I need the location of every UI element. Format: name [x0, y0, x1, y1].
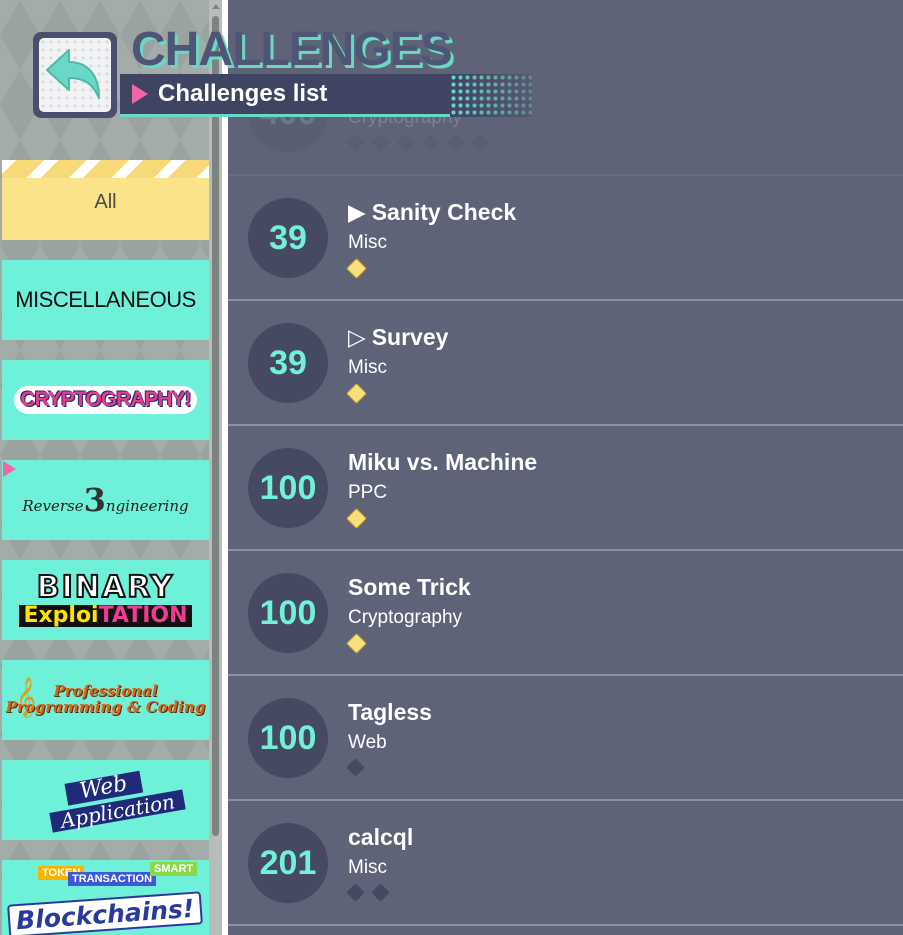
category-rev-label: Reverse3ngineering — [22, 481, 189, 519]
challenge-list: 400Cryptography39▶Sanity CheckMisc39▷Sur… — [228, 0, 903, 935]
diamond-icon — [346, 883, 365, 902]
diamond-icon — [346, 758, 365, 777]
category-misc-label: MISCELLANEOUS — [15, 287, 196, 312]
challenge-name-text: Tagless — [348, 699, 432, 725]
page-subtitle: Challenges list — [158, 80, 328, 107]
challenge-category: Cryptography — [348, 607, 463, 628]
challenge-row[interactable]: 39 ▶ Sanity Check Misc — [228, 175, 903, 301]
category-all[interactable]: All — [2, 160, 209, 240]
play-outline-icon: ▷ — [348, 324, 366, 350]
challenge-category: Misc — [348, 857, 388, 878]
challenge-score: 39 — [248, 323, 328, 403]
challenge-name: Some Trick — [348, 574, 471, 601]
smart-tag: SMART — [150, 862, 198, 876]
halftone-decoration — [450, 74, 532, 117]
scrollbar-thumb[interactable] — [212, 16, 219, 836]
challenge-row[interactable]: 100 Miku vs. Machine PPC — [228, 425, 903, 551]
challenge-score: 100 — [248, 573, 328, 653]
diamond-icon — [345, 507, 368, 530]
challenge-row[interactable]: 100 Some Trick Cryptography — [228, 550, 903, 676]
category-all-label: All — [94, 190, 117, 213]
challenge-name: Miku vs. Machine — [348, 449, 537, 476]
category-web-label: Web Application — [25, 763, 186, 836]
diamond-icon — [371, 133, 390, 152]
diamond-icon — [345, 382, 368, 405]
challenge-name-text: Some Trick — [348, 574, 471, 600]
difficulty-rating — [345, 507, 376, 530]
category-ppc[interactable]: 𝄞 Professional Programming & Coding — [2, 660, 209, 740]
challenge-row[interactable]: 201 calcql Misc — [228, 800, 903, 926]
back-button[interactable] — [33, 32, 117, 118]
difficulty-rating — [346, 758, 374, 779]
difficulty-rating — [346, 883, 399, 904]
challenge-name: ▷ Survey — [348, 324, 448, 351]
challenge-score: 39 — [248, 198, 328, 278]
diamond-icon — [345, 257, 368, 280]
diamond-icon — [471, 133, 490, 152]
difficulty-rating — [345, 632, 376, 655]
diamond-icon — [371, 883, 390, 902]
page-title: CHALLENGES — [131, 23, 453, 76]
challenge-name-text: Sanity Check — [371, 199, 517, 225]
page-header: CHALLENGES Challenges list — [0, 0, 540, 125]
diamond-icon — [346, 133, 365, 152]
challenge-name: ▶ Sanity Check — [348, 199, 516, 226]
diamond-icon — [396, 133, 415, 152]
diamond-icon — [345, 632, 368, 655]
challenge-score: 201 — [248, 823, 328, 903]
play-filled-icon: ▶ — [348, 199, 366, 225]
challenge-category: Misc — [348, 232, 388, 253]
category-reverse-engineering[interactable]: Reverse3ngineering — [2, 460, 209, 540]
difficulty-rating — [345, 382, 376, 405]
challenge-name: calcql — [348, 824, 413, 851]
challenge-row[interactable]: 100 Tagless Web — [228, 675, 903, 801]
challenge-name-text: Miku vs. Machine — [348, 449, 538, 475]
category-misc[interactable]: MISCELLANEOUS — [2, 260, 209, 340]
subtitle-bar: Challenges list — [120, 74, 450, 117]
challenge-score: 100 — [248, 448, 328, 528]
challenge-category: Misc — [348, 357, 388, 378]
challenge-row[interactable]: 39 ▷ Survey Misc — [228, 300, 903, 426]
challenge-name: Tagless — [348, 699, 432, 726]
category-sidebar: All MISCELLANEOUS CRYPTOGRAPHY! Reverse3… — [0, 0, 222, 935]
challenge-name-text: Survey — [371, 324, 449, 350]
transaction-tag: TRANSACTION — [68, 872, 157, 886]
difficulty-rating — [346, 133, 499, 154]
challenge-name-text: calcql — [348, 824, 414, 850]
pink-triangle-icon — [132, 84, 148, 104]
selected-pointer-icon — [3, 461, 16, 477]
back-arrow-icon — [46, 49, 100, 99]
category-crypto[interactable]: CRYPTOGRAPHY! — [2, 360, 209, 440]
challenge-category: PPC — [348, 482, 388, 503]
category-blockchain-label: Blockchains! — [7, 890, 204, 935]
challenge-score: 100 — [248, 698, 328, 778]
diamond-icon — [446, 133, 465, 152]
difficulty-rating — [345, 257, 376, 280]
challenge-category: Web — [348, 732, 387, 753]
sidebar-scrollbar[interactable] — [209, 0, 222, 935]
category-binary-exploitation[interactable]: BINARY ExploiTATION — [2, 560, 209, 640]
category-crypto-label: CRYPTOGRAPHY! — [14, 386, 197, 414]
category-web[interactable]: Web Application — [2, 760, 209, 840]
diamond-icon — [421, 133, 440, 152]
music-note-icon: 𝄞 — [16, 678, 37, 716]
category-pwn-label: BINARY ExploiTATION — [19, 572, 192, 627]
category-blockchain[interactable]: TOKEN TRANSACTION SMART Blockchains! — [2, 860, 209, 935]
